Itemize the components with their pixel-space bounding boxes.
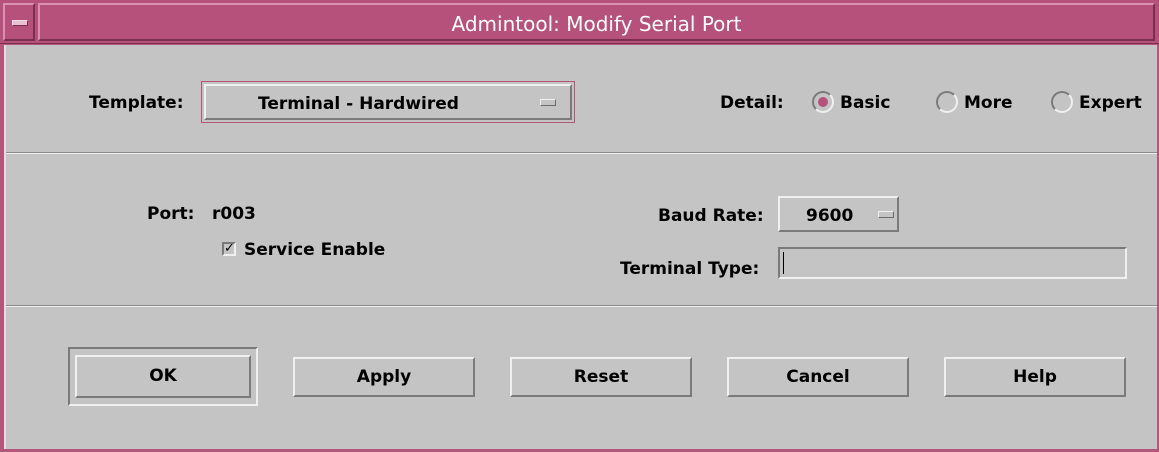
detail-expert-label[interactable]: Expert	[1079, 93, 1142, 113]
detail-expert-radio[interactable]	[1051, 91, 1073, 113]
separator-bottom	[6, 305, 1157, 307]
text-cursor-icon	[783, 252, 784, 274]
template-label: Template:	[89, 93, 184, 113]
terminal-type-label: Terminal Type:	[620, 259, 760, 279]
service-enable-label[interactable]: Service Enable	[244, 240, 385, 260]
cancel-button[interactable]: Cancel	[727, 357, 909, 397]
detail-more-radio[interactable]	[936, 91, 958, 113]
template-option-menu[interactable]: Terminal - Hardwired	[204, 84, 572, 120]
detail-more-label[interactable]: More	[964, 93, 1013, 113]
terminal-type-field[interactable]	[778, 247, 1127, 279]
option-menu-indicator-icon	[878, 211, 894, 218]
window-title: Admintool: Modify Serial Port	[451, 12, 742, 36]
separator-top	[6, 152, 1157, 154]
detail-label: Detail:	[720, 93, 784, 113]
dialog-window: Admintool: Modify Serial Port Template: …	[0, 0, 1159, 452]
detail-basic-label[interactable]: Basic	[840, 93, 890, 113]
window-menu-icon	[12, 20, 28, 26]
title-area[interactable]: Admintool: Modify Serial Port	[38, 3, 1155, 41]
reset-button[interactable]: Reset	[510, 357, 692, 397]
baud-rate-value: 9600	[806, 206, 854, 226]
radio-selected-dot	[818, 97, 828, 107]
baud-rate-label: Baud Rate:	[658, 206, 764, 226]
option-menu-indicator-icon	[540, 99, 556, 106]
title-bar[interactable]: Admintool: Modify Serial Port	[0, 0, 1159, 44]
port-value: r003	[212, 204, 256, 224]
service-enable-checkbox[interactable]: ✓	[222, 242, 236, 256]
window-menu-button[interactable]	[3, 3, 35, 41]
ok-button[interactable]: OK	[75, 355, 251, 398]
template-value: Terminal - Hardwired	[258, 94, 459, 114]
help-button[interactable]: Help	[944, 357, 1126, 397]
apply-button[interactable]: Apply	[293, 357, 475, 397]
baud-rate-option-menu[interactable]: 9600	[778, 196, 899, 232]
dialog-body: Template: Terminal - Hardwired Detail: B…	[4, 45, 1157, 449]
detail-basic-radio[interactable]	[812, 91, 834, 113]
port-label: Port:	[147, 204, 195, 224]
